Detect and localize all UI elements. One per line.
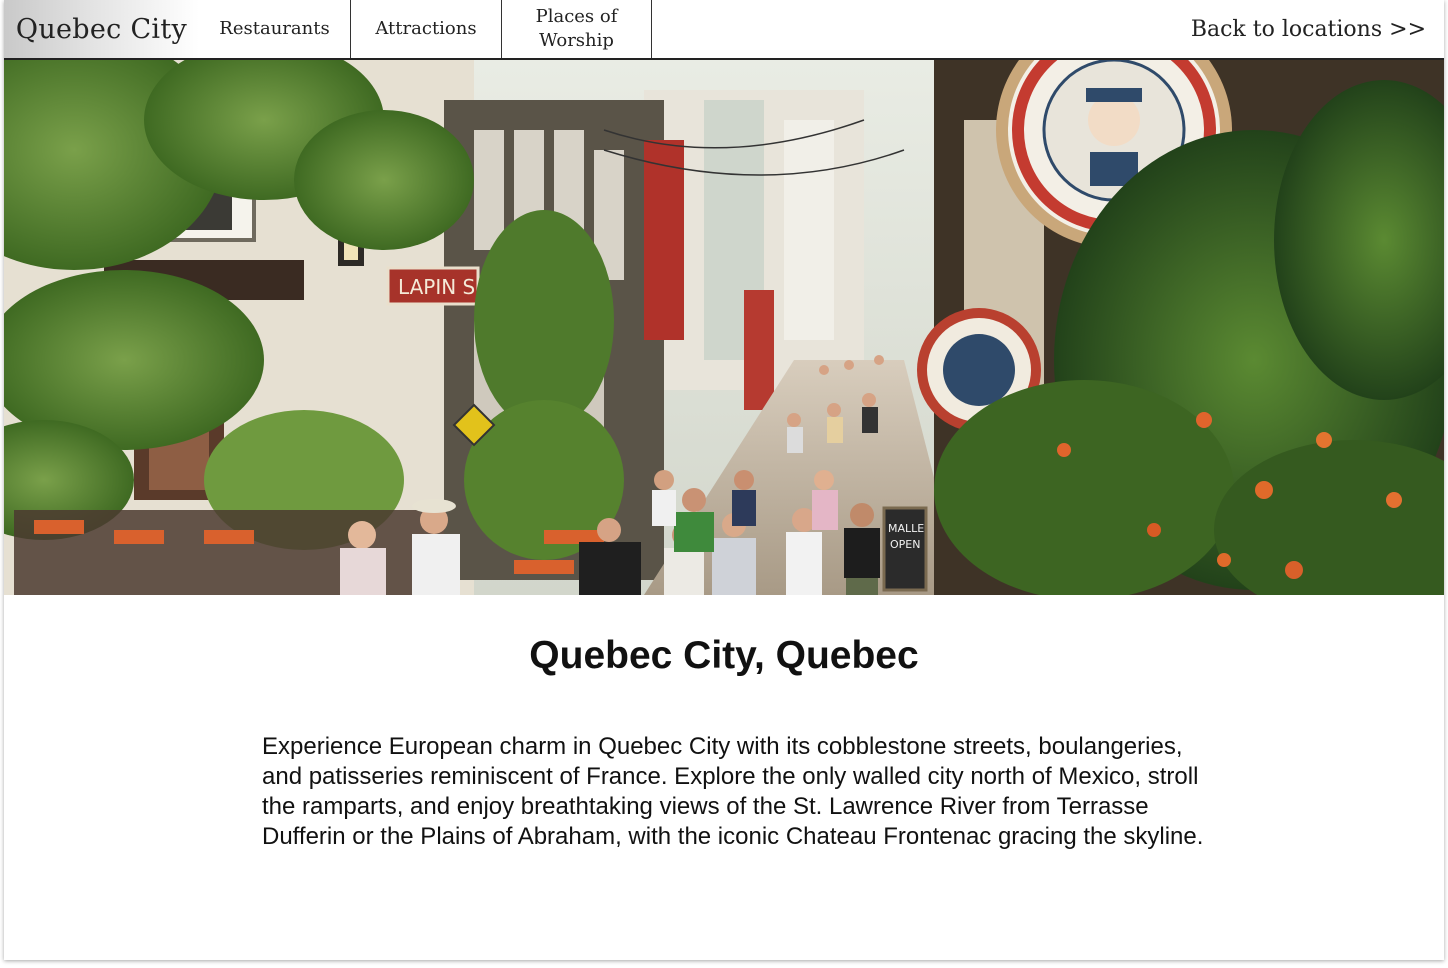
location-description: Experience European charm in Quebec City… bbox=[262, 733, 1204, 850]
page-title: Quebec City, Quebec bbox=[529, 634, 919, 677]
page: Quebec City Restaurants Attractions Plac… bbox=[4, 0, 1444, 960]
nav-tab-attractions[interactable]: Attractions bbox=[350, 0, 501, 58]
nav-tab-label: Places of Worship bbox=[535, 6, 618, 51]
lapin-sign-text: LAPIN S bbox=[398, 275, 475, 299]
back-to-locations-link[interactable]: Back to locations >> bbox=[1191, 0, 1426, 58]
top-nav: Quebec City Restaurants Attractions Plac… bbox=[4, 0, 1444, 60]
brand-logo[interactable]: Quebec City bbox=[4, 0, 199, 58]
nav-tab-restaurants[interactable]: Restaurants bbox=[199, 0, 350, 58]
hero-image: LAPIN S MALLE OPEN bbox=[4, 60, 1444, 595]
board-text-line1: MALLE bbox=[888, 522, 924, 535]
nav-tab-places-of-worship[interactable]: Places of Worship bbox=[501, 0, 652, 58]
hero-street-scene: LAPIN S MALLE OPEN bbox=[4, 60, 1444, 595]
board-text-line2: OPEN bbox=[890, 538, 920, 551]
